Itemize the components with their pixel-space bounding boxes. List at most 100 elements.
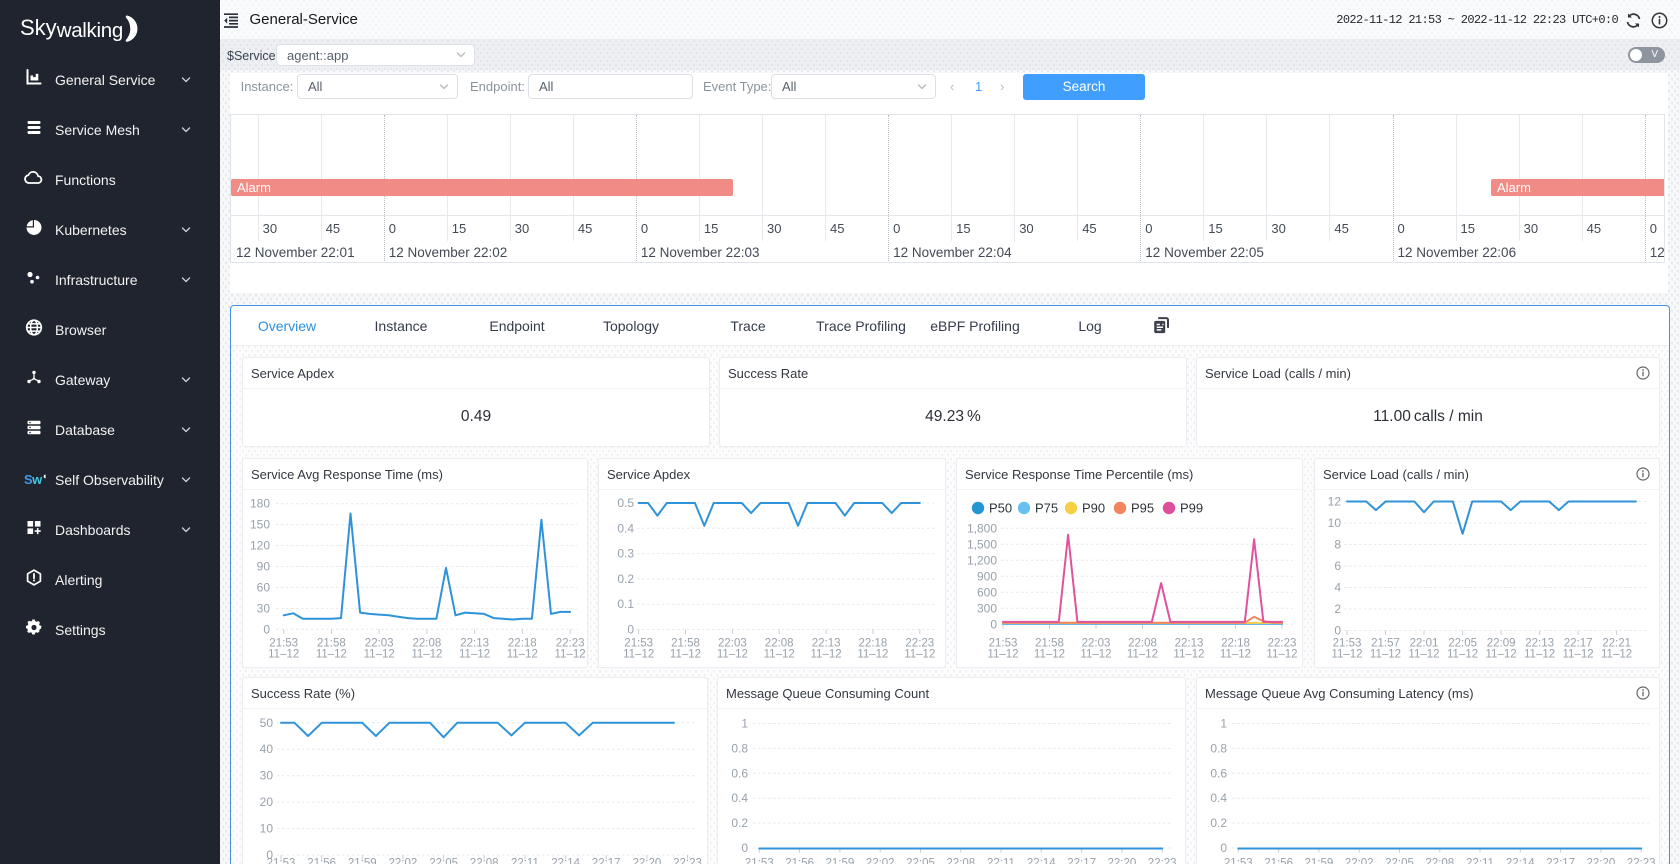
svg-text:1: 1 <box>741 717 748 731</box>
svg-text:180: 180 <box>250 497 270 511</box>
svg-text:21:53: 21:53 <box>269 637 298 649</box>
svg-text:11–12: 11–12 <box>623 649 654 661</box>
svg-text:22:23: 22:23 <box>1148 857 1177 864</box>
svg-text:22:17: 22:17 <box>592 857 621 864</box>
svg-text:22:23: 22:23 <box>673 857 702 864</box>
svg-text:21:58: 21:58 <box>317 637 346 649</box>
svg-text:1,800: 1,800 <box>967 521 997 535</box>
svg-text:21:58: 21:58 <box>671 637 700 649</box>
svg-text:11–12: 11–12 <box>857 649 888 661</box>
svg-text:12: 12 <box>1328 495 1342 509</box>
svg-text:21:56: 21:56 <box>1264 857 1293 864</box>
svg-text:21:59: 21:59 <box>826 857 855 864</box>
svg-text:11–12: 11–12 <box>459 649 490 661</box>
svg-text:21:53: 21:53 <box>1333 637 1362 649</box>
svg-text:11–12: 11–12 <box>1127 649 1158 661</box>
svg-text:22:14: 22:14 <box>551 857 580 864</box>
svg-text:22:23: 22:23 <box>1268 637 1297 649</box>
svg-text:150: 150 <box>250 518 270 532</box>
svg-text:0.6: 0.6 <box>1210 766 1227 780</box>
svg-text:21:53: 21:53 <box>624 637 653 649</box>
svg-text:0: 0 <box>627 623 634 637</box>
svg-text:11–12: 11–12 <box>1524 649 1555 661</box>
svg-text:0.4: 0.4 <box>1210 791 1227 805</box>
svg-text:0.8: 0.8 <box>731 741 748 755</box>
svg-text:11–12: 11–12 <box>268 649 299 661</box>
svg-text:11–12: 11–12 <box>811 649 842 661</box>
svg-text:22:13: 22:13 <box>460 637 489 649</box>
svg-text:60: 60 <box>257 580 271 594</box>
svg-text:11–12: 11–12 <box>987 649 1018 661</box>
svg-text:22:20: 22:20 <box>1587 857 1616 864</box>
svg-text:0.8: 0.8 <box>1210 741 1227 755</box>
svg-text:22:05: 22:05 <box>1448 637 1477 649</box>
svg-text:30: 30 <box>260 769 274 783</box>
svg-text:22:11: 22:11 <box>511 857 539 864</box>
svg-text:11–12: 11–12 <box>1408 649 1439 661</box>
svg-text:22:17: 22:17 <box>1564 637 1593 649</box>
svg-text:11–12: 11–12 <box>1447 649 1478 661</box>
svg-text:22:08: 22:08 <box>1425 857 1454 864</box>
svg-text:22:11: 22:11 <box>1466 857 1494 864</box>
svg-text:P75: P75 <box>1035 501 1058 516</box>
svg-text:0: 0 <box>1334 624 1341 638</box>
svg-text:22:02: 22:02 <box>866 857 895 864</box>
svg-text:22:08: 22:08 <box>765 637 794 649</box>
svg-text:0.2: 0.2 <box>617 572 634 586</box>
svg-text:0.6: 0.6 <box>731 766 748 780</box>
svg-text:11–12: 11–12 <box>1331 649 1362 661</box>
svg-text:22:17: 22:17 <box>1067 857 1096 864</box>
svg-text:20: 20 <box>260 795 274 809</box>
svg-text:11–12: 11–12 <box>364 649 395 661</box>
svg-text:21:56: 21:56 <box>785 857 814 864</box>
svg-text:21:58: 21:58 <box>1035 637 1064 649</box>
svg-text:22:21: 22:21 <box>1602 637 1631 649</box>
svg-text:22:03: 22:03 <box>365 637 394 649</box>
svg-text:21:59: 21:59 <box>1305 857 1334 864</box>
svg-text:300: 300 <box>977 601 997 615</box>
svg-text:22:14: 22:14 <box>1027 857 1056 864</box>
svg-text:90: 90 <box>257 560 271 574</box>
svg-text:22:23: 22:23 <box>1627 857 1656 864</box>
svg-text:21:53: 21:53 <box>1224 857 1253 864</box>
svg-text:11–12: 11–12 <box>1601 649 1632 661</box>
svg-text:21:59: 21:59 <box>348 857 377 864</box>
svg-text:11–12: 11–12 <box>717 649 748 661</box>
svg-text:P99: P99 <box>1180 501 1203 516</box>
svg-text:22:13: 22:13 <box>812 637 841 649</box>
svg-text:22:18: 22:18 <box>859 637 888 649</box>
svg-text:22:05: 22:05 <box>429 857 458 864</box>
svg-text:0: 0 <box>990 617 997 631</box>
svg-text:0.2: 0.2 <box>1210 816 1227 830</box>
svg-text:22:20: 22:20 <box>633 857 662 864</box>
svg-text:21:56: 21:56 <box>307 857 336 864</box>
svg-text:0.2: 0.2 <box>731 816 748 830</box>
svg-text:0.4: 0.4 <box>731 791 748 805</box>
svg-text:22:23: 22:23 <box>905 637 934 649</box>
svg-text:22:13: 22:13 <box>1525 637 1554 649</box>
svg-text:22:18: 22:18 <box>1221 637 1250 649</box>
svg-text:21:53: 21:53 <box>267 857 296 864</box>
svg-text:22:03: 22:03 <box>1082 637 1111 649</box>
svg-text:11–12: 11–12 <box>1173 649 1204 661</box>
svg-text:11–12: 11–12 <box>555 649 586 661</box>
svg-text:22:09: 22:09 <box>1487 637 1516 649</box>
svg-text:6: 6 <box>1334 559 1341 573</box>
svg-text:11–12: 11–12 <box>1486 649 1517 661</box>
svg-text:0.5: 0.5 <box>617 496 634 510</box>
svg-text:22:14: 22:14 <box>1506 857 1535 864</box>
svg-text:8: 8 <box>1334 538 1341 552</box>
svg-text:P90: P90 <box>1082 501 1105 516</box>
svg-text:1,200: 1,200 <box>967 553 997 567</box>
svg-text:21:53: 21:53 <box>745 857 774 864</box>
svg-text:22:23: 22:23 <box>556 637 585 649</box>
svg-text:22:05: 22:05 <box>1385 857 1414 864</box>
svg-text:22:13: 22:13 <box>1175 637 1204 649</box>
svg-text:11–12: 11–12 <box>507 649 538 661</box>
svg-text:P95: P95 <box>1131 501 1154 516</box>
svg-text:4: 4 <box>1334 581 1341 595</box>
svg-text:120: 120 <box>250 539 270 553</box>
svg-text:22:11: 22:11 <box>987 857 1015 864</box>
svg-text:0.4: 0.4 <box>617 521 634 535</box>
svg-text:0.1: 0.1 <box>617 597 634 611</box>
